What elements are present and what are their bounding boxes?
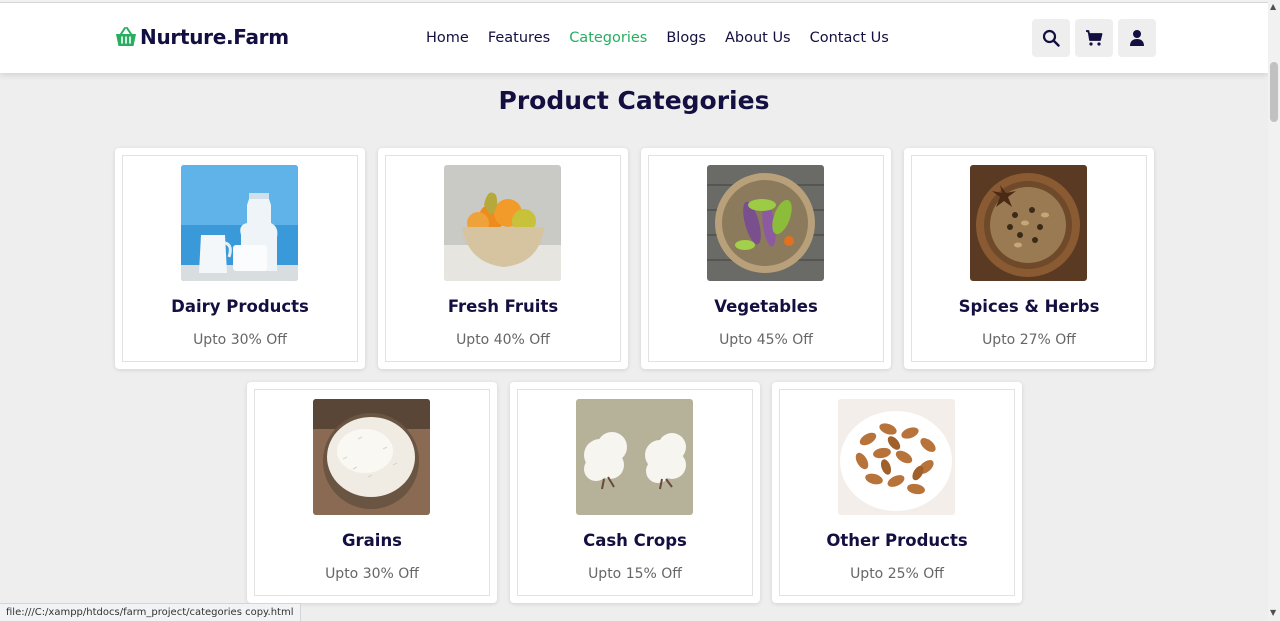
category-title: Other Products (826, 531, 968, 550)
scroll-up-arrow-icon[interactable]: ▲ (1270, 2, 1276, 11)
category-title: Cash Crops (583, 531, 687, 550)
category-card[interactable]: Other Products Upto 25% Off (772, 382, 1022, 603)
category-offer: Upto 45% Off (719, 332, 813, 348)
category-offer: Upto 25% Off (850, 566, 944, 582)
cart-button[interactable] (1075, 19, 1113, 57)
vertical-scrollbar[interactable]: ▲ ▼ (1268, 0, 1280, 621)
section-title: Product Categories (498, 86, 770, 115)
category-offer: Upto 27% Off (982, 332, 1076, 348)
rice-bowl-image (313, 399, 430, 515)
header-icon-group (1032, 19, 1156, 57)
card-border: Vegetables Upto 45% Off (648, 155, 884, 362)
brand-name: Nurture.Farm (140, 25, 289, 49)
user-icon (1130, 30, 1144, 46)
category-card[interactable]: Dairy Products Upto 30% Off (115, 148, 365, 369)
category-offer: Upto 30% Off (193, 332, 287, 348)
category-card[interactable]: Fresh Fruits Upto 40% Off (378, 148, 628, 369)
category-card[interactable]: Cash Crops Upto 15% Off (510, 382, 760, 603)
user-button[interactable] (1118, 19, 1156, 57)
nav-link-contact-us[interactable]: Contact Us (810, 30, 889, 46)
nav-link-home[interactable]: Home (426, 30, 469, 46)
card-border: Cash Crops Upto 15% Off (517, 389, 753, 596)
category-card[interactable]: Spices & Herbs Upto 27% Off (904, 148, 1154, 369)
card-border: Grains Upto 30% Off (254, 389, 490, 596)
category-title: Spices & Herbs (958, 297, 1100, 316)
card-border: Fresh Fruits Upto 40% Off (385, 155, 621, 362)
card-border: Spices & Herbs Upto 27% Off (911, 155, 1147, 362)
main-nav: Home Features Categories Blogs About Us … (426, 30, 889, 46)
category-title: Fresh Fruits (447, 297, 559, 316)
nav-link-features[interactable]: Features (488, 30, 550, 46)
scroll-down-arrow-icon[interactable]: ▼ (1270, 608, 1276, 617)
category-offer: Upto 15% Off (588, 566, 682, 582)
category-offer: Upto 30% Off (325, 566, 419, 582)
category-card[interactable]: Vegetables Upto 45% Off (641, 148, 891, 369)
cotton-image (576, 399, 693, 515)
search-icon (1042, 29, 1060, 47)
nav-link-blogs[interactable]: Blogs (666, 30, 706, 46)
brand-logo[interactable]: Nurture.Farm (114, 25, 289, 49)
peanuts-bowl-image (838, 399, 955, 515)
basket-icon (114, 25, 138, 49)
status-bar-url: file:///C:/xampp/htdocs/farm_project/cat… (0, 603, 301, 621)
vegetable-basket-image (707, 165, 824, 281)
browser-viewport: Nurture.Farm Home Features Categories Bl… (0, 0, 1268, 621)
search-button[interactable] (1032, 19, 1070, 57)
spices-bowl-image (970, 165, 1087, 281)
category-title: Dairy Products (171, 297, 309, 316)
nav-link-about-us[interactable]: About Us (725, 30, 791, 46)
fruit-bowl-image (444, 165, 561, 281)
site-header: Nurture.Farm Home Features Categories Bl… (0, 3, 1268, 73)
nav-link-categories[interactable]: Categories (569, 30, 647, 46)
category-card[interactable]: Grains Upto 30% Off (247, 382, 497, 603)
milk-bottles-image (181, 165, 298, 281)
category-title: Grains (341, 531, 403, 550)
cart-icon (1086, 30, 1103, 46)
category-title: Vegetables (714, 297, 818, 316)
scrollbar-thumb[interactable] (1270, 62, 1278, 122)
category-offer: Upto 40% Off (456, 332, 550, 348)
card-border: Dairy Products Upto 30% Off (122, 155, 358, 362)
card-border: Other Products Upto 25% Off (779, 389, 1015, 596)
